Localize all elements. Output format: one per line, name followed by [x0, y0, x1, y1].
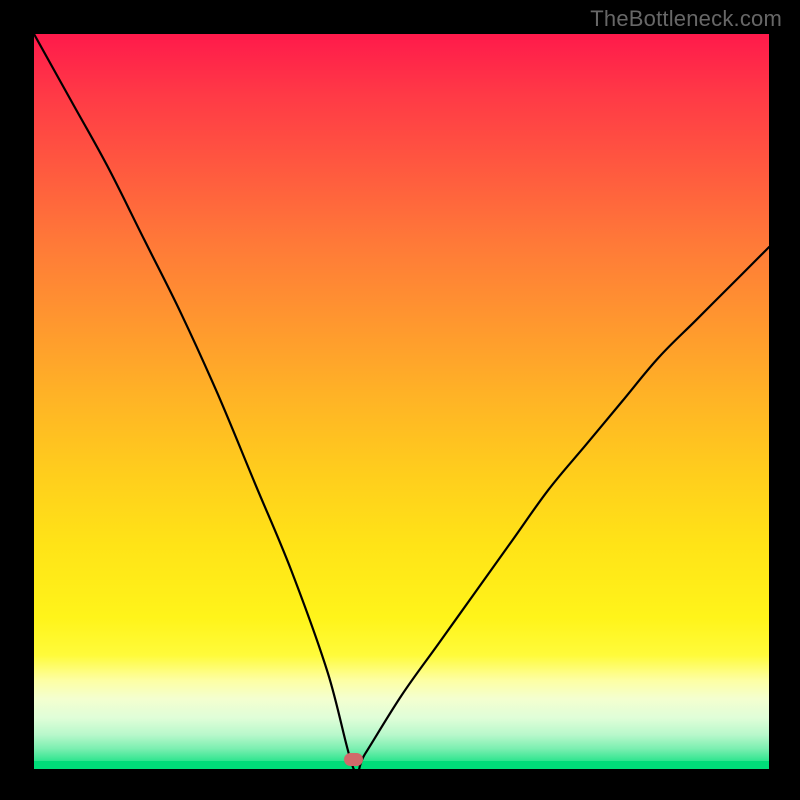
chart-frame: TheBottleneck.com	[0, 0, 800, 800]
watermark-text: TheBottleneck.com	[590, 6, 782, 32]
bottleneck-curve	[34, 34, 769, 769]
optimal-point-marker	[344, 753, 363, 766]
plot-area	[34, 34, 769, 769]
